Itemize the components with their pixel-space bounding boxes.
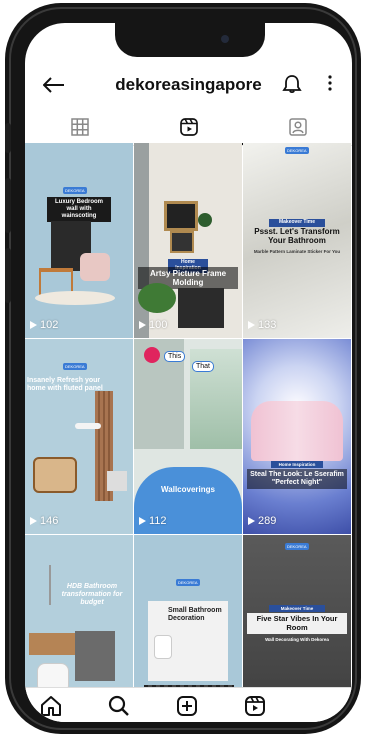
reel-tile[interactable]: Home Inspiration Artsy Picture Frame Mol… [134,143,242,338]
search-icon[interactable] [107,694,131,722]
armchair-image [33,457,77,493]
bottom-navigation [25,687,352,722]
reel-caption: Steal The Look: Le Sserafim "Perfect Nig… [247,469,347,490]
reel-label: Home Inspiration [271,461,323,469]
profile-tabs [25,113,352,146]
reel-caption: Luxury Bedroom wall with wainscoting [47,197,111,222]
reel-subcaption: Wall Decorating With Dekorea [265,637,329,642]
view-count: 146 [30,515,58,527]
side-table-image [107,471,127,491]
reel-subcaption: Marble Pattern Laminate Sticker For You [253,249,341,254]
play-icon [139,517,146,525]
rug-image [35,291,115,305]
brand-logo: DEKOREA [285,147,309,154]
mute-switch [5,123,11,153]
armchair-image [80,253,110,281]
reel-tile[interactable]: DEKOREA Small Bathroom Decoration [134,535,242,688]
view-count: 102 [30,319,58,331]
phone-frame: dekoreasingapore DEKOREA Luxury Bedroom … [5,3,361,734]
play-icon [248,321,255,329]
tile-sample-image [75,631,115,681]
reel-tile[interactable]: DEKOREA Makeover Time Five Star Vibes In… [243,535,351,688]
reels-icon[interactable] [243,694,267,722]
picture-frame-image [164,201,198,231]
grid-icon [70,118,89,136]
reel-caption: HDB Bathroom transformation for budget [61,583,123,607]
reel-tile[interactable]: DEKOREA Insanely Refresh your home with … [25,339,133,534]
volume-up-button [5,178,11,233]
tab-tagged[interactable] [243,117,352,145]
reel-tile[interactable]: This That Wallcoverings 112 [134,339,242,534]
reel-label: Makeover Time [269,605,325,613]
view-count: 100 [139,319,167,331]
tab-reels[interactable] [134,117,243,145]
reel-tile[interactable]: Home Inspiration Steal The Look: Le Sser… [243,339,351,534]
play-icon [248,517,255,525]
volume-down-button [5,248,11,303]
lamp-image [75,423,101,429]
group-photo-image [251,401,343,461]
reels-icon [179,118,198,136]
picture-frame-image [170,231,194,253]
speech-bubble: This [164,351,186,362]
bell-icon[interactable] [281,73,303,100]
cabinet-image [178,288,224,328]
notch [115,23,265,57]
brand-logo: DEKOREA [63,187,87,194]
profile-header: dekoreasingapore [25,61,352,111]
pendant-lamp-image [144,347,160,363]
view-count: 289 [248,515,276,527]
reel-caption: Insanely Refresh your home with fluted p… [27,377,103,393]
play-icon [139,321,146,329]
tab-grid[interactable] [25,117,134,145]
brand-logo: DEKOREA [63,363,87,370]
toilet-image [154,635,172,659]
view-count: 133 [248,319,276,331]
speech-bubble: That [192,361,215,372]
reel-tile[interactable]: DEKOREA Luxury Bedroom wall with wainsco… [25,143,133,338]
front-camera [221,35,229,43]
view-count: 112 [139,515,167,527]
tagged-icon [288,118,307,136]
home-icon[interactable] [39,694,63,722]
toilet-image [37,663,69,688]
reel-tile[interactable]: HDB Bathroom transformation for budget [25,535,133,688]
brand-logo: DEKOREA [285,543,309,550]
reel-label: Makeover Time [269,219,325,227]
screen: dekoreasingapore DEKOREA Luxury Bedroom … [25,23,352,722]
shower-image [35,565,51,605]
brand-logo: DEKOREA [176,579,200,586]
play-icon [30,517,37,525]
plant-image [198,213,212,227]
create-icon[interactable] [175,694,199,722]
reel-tile[interactable]: DEKOREA Makeover Time Pssst. Let's Trans… [243,143,351,338]
plant-image [138,283,176,313]
reel-caption: Pssst. Let's Transform Your Bathroom [254,227,340,246]
reel-caption: Small Bathroom Decoration [168,607,222,623]
reel-caption: Wallcoverings [161,485,215,494]
play-icon [30,321,37,329]
reel-caption: Five Star Vibes In Your Room [247,613,347,635]
more-options-icon[interactable] [327,73,333,98]
reels-grid: DEKOREA Luxury Bedroom wall with wainsco… [25,143,352,688]
